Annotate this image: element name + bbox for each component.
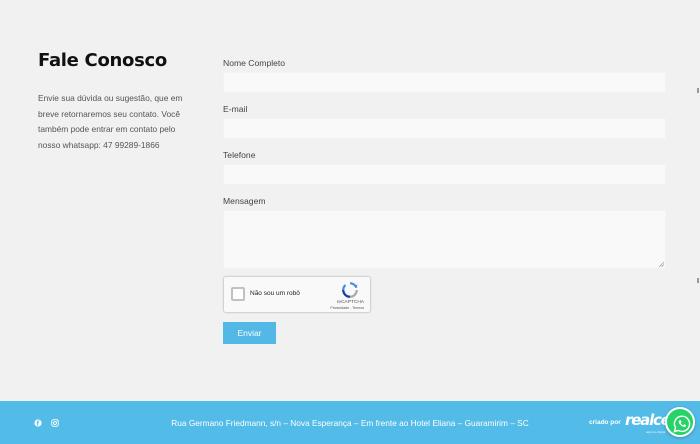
contact-form: Nome Completo E-mail Telefone Mensagem (223, 58, 666, 269)
phone-field[interactable] (223, 164, 666, 185)
phone-label: Telefone (223, 150, 256, 160)
page-title: Fale Conosco (38, 50, 167, 71)
recaptcha-icon (342, 282, 358, 298)
resize-handle-icon[interactable] (658, 261, 664, 267)
contact-description: Envie sua dúvida ou sugestão, que em bre… (38, 93, 183, 150)
email-label: E-mail (223, 104, 248, 114)
whatsapp-icon (673, 415, 691, 433)
recaptcha-widget: Não sou um robô reCAPTCHA Privacidade - … (223, 276, 371, 313)
whatsapp-button[interactable] (665, 407, 695, 437)
contact-intro: Fale Conosco Envie sua dúvida ou sugestã… (38, 50, 198, 153)
name-field[interactable] (223, 72, 666, 93)
footer: Rua Germano Friedmann, s/n – Nova Espera… (0, 401, 700, 444)
recaptcha-checkbox-label: Não sou um robô (250, 290, 300, 297)
email-field[interactable] (223, 118, 666, 139)
credit-label: criado por (589, 419, 621, 426)
name-label: Nome Completo (223, 58, 286, 68)
recaptcha-links[interactable]: Privacidade - Termos (330, 306, 364, 310)
message-label: Mensagem (223, 196, 266, 206)
submit-button[interactable]: Enviar (223, 322, 276, 344)
message-field[interactable] (223, 210, 666, 269)
recaptcha-checkbox[interactable] (231, 287, 245, 301)
edge-mark (697, 88, 699, 283)
agency-logo[interactable]: realce (625, 411, 671, 429)
agency-tagline: agência digital (646, 430, 666, 434)
